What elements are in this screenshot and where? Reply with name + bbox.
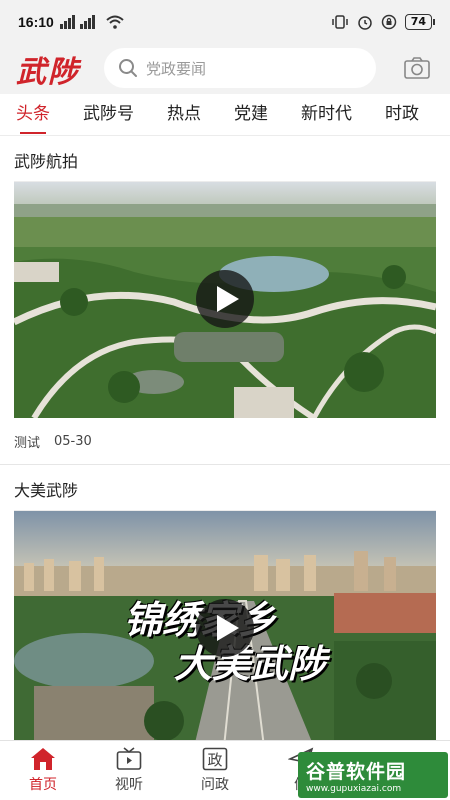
channel-tabs: 头条 武陟号 热点 党建 新时代 时政 (0, 94, 450, 136)
tab-new-era[interactable]: 新时代 (301, 94, 352, 136)
alarm-icon (357, 16, 372, 30)
wifi-icon (106, 15, 124, 29)
video-thumbnail[interactable] (14, 182, 436, 418)
camera-icon[interactable] (404, 56, 430, 80)
news-card-meta: 测试 05-30 (14, 418, 436, 464)
tab-politics[interactable]: 时政 (385, 94, 419, 136)
home-icon (31, 748, 55, 770)
news-card-title[interactable]: 武陟航拍 (14, 136, 436, 182)
tab-hot[interactable]: 热点 (167, 94, 201, 136)
news-date: 05-30 (54, 433, 92, 449)
politics-icon-glyph: 政 (207, 751, 222, 769)
nav-audiovisual[interactable]: 视听 (86, 741, 172, 800)
search-placeholder: 党政要闻 (146, 59, 207, 78)
play-button[interactable] (196, 270, 254, 328)
lock-rotation-icon (381, 14, 396, 30)
tab-headline[interactable]: 头条 (16, 94, 50, 136)
signal-icon (59, 15, 95, 29)
play-icon (216, 615, 239, 641)
play-button[interactable] (196, 599, 254, 657)
tab-party-building[interactable]: 党建 (234, 94, 268, 136)
app-header: 武陟 党政要闻 (0, 44, 450, 94)
video-thumbnail[interactable]: 锦绣家乡 大美武陟 (14, 511, 436, 740)
status-time: 16:10 (18, 14, 54, 30)
search-bar[interactable]: 党政要闻 (104, 48, 376, 88)
app-logo: 武陟 (16, 55, 80, 90)
politics-icon: 政 (202, 747, 228, 771)
news-feed: 武陟航拍 测试 05-30 大美武陟 大美武陟 (0, 136, 450, 740)
search-icon (119, 59, 137, 77)
site-watermark: 谷普软件园 www.gupuxiazai.com (298, 752, 448, 798)
nav-home[interactable]: 首页 (0, 741, 86, 800)
status-bar: 16:10 74 (0, 0, 450, 44)
nav-audiovisual-label: 视听 (115, 777, 143, 793)
watermark-url: www.gupuxiazai.com (306, 783, 402, 794)
tv-icon (116, 747, 142, 770)
battery-indicator: 74 (404, 14, 436, 30)
news-card[interactable]: 大美武陟 大美武陟 (0, 465, 450, 740)
nav-politics-qa[interactable]: 政 问政 (172, 741, 258, 800)
play-icon (216, 286, 239, 312)
news-source: 测试 (14, 435, 41, 451)
watermark-text: 谷普软件园 (306, 760, 407, 783)
vibrate-icon (331, 15, 348, 29)
news-card-title[interactable]: 大美武陟 (14, 465, 436, 511)
tab-wuzhi-hao[interactable]: 武陟号 (83, 94, 134, 136)
nav-home-label: 首页 (29, 777, 57, 793)
nav-politics-qa-label: 问政 (201, 777, 229, 793)
news-card[interactable]: 武陟航拍 测试 05-30 (0, 136, 450, 464)
